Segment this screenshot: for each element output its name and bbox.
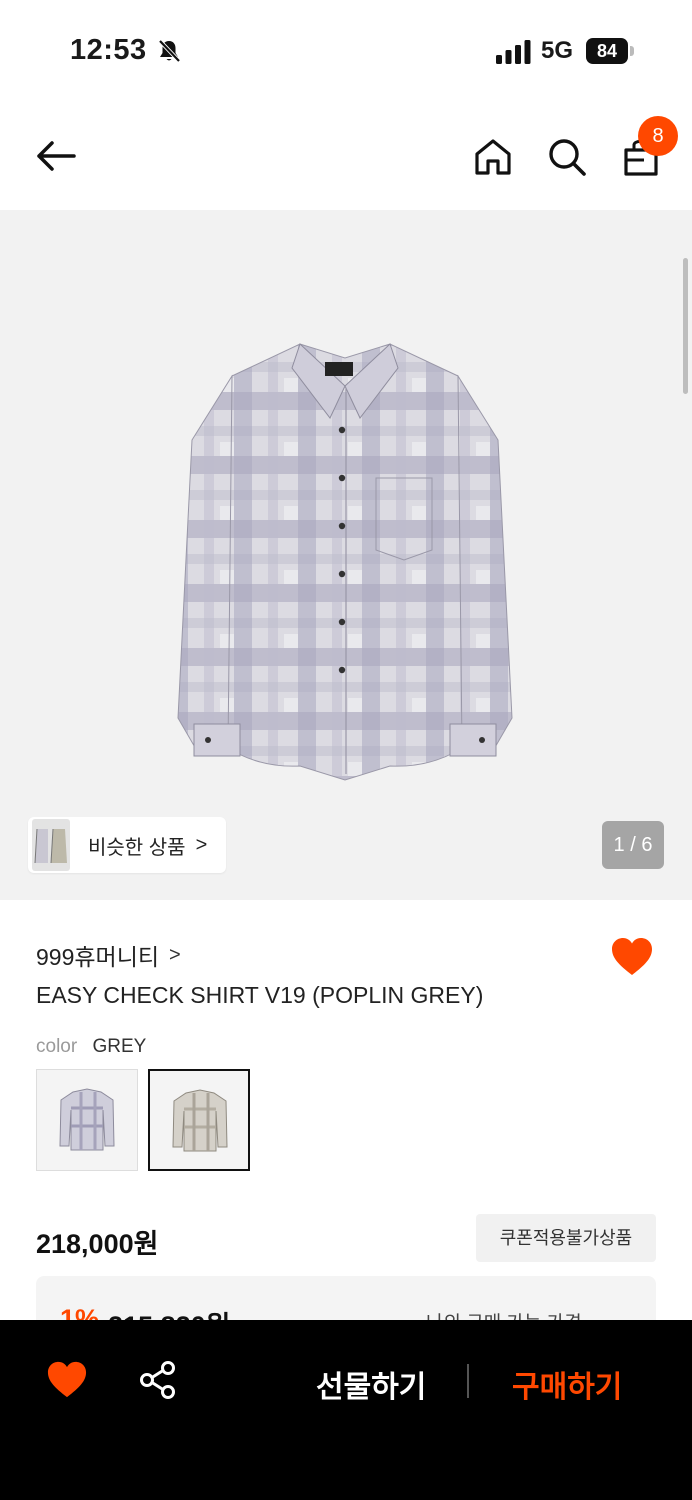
status-bar: 12:53 5G 84 bbox=[0, 0, 692, 100]
similar-product-thumbnails bbox=[30, 817, 70, 873]
battery-icon: 84 bbox=[586, 38, 634, 64]
color-option-thumbnail bbox=[59, 1088, 115, 1151]
similar-thumb-2 bbox=[48, 819, 70, 871]
similar-products-label: 비슷한 상품 bbox=[88, 836, 186, 859]
color-label: color bbox=[36, 1036, 78, 1057]
chevron-right-icon: > bbox=[195, 833, 208, 856]
signal-icon bbox=[496, 40, 531, 64]
color-option-1[interactable] bbox=[36, 1069, 138, 1171]
like-heart-icon[interactable] bbox=[610, 936, 654, 978]
brand-name: 999휴머니티 bbox=[36, 944, 160, 970]
bottom-action-bar: 선물하기 구매하기 bbox=[0, 1320, 692, 1500]
color-option-2-selected[interactable] bbox=[148, 1069, 250, 1171]
brand-link[interactable]: 999휴머니티 > bbox=[36, 938, 181, 972]
home-icon[interactable] bbox=[472, 136, 514, 178]
bell-off-icon bbox=[158, 39, 181, 63]
product-image-gallery[interactable]: 비슷한 상품 > 1 / 6 bbox=[0, 210, 692, 900]
top-nav: 8 bbox=[0, 100, 692, 210]
product-title: EASY CHECK SHIRT V19 (POPLIN GREY) bbox=[36, 982, 484, 1008]
cart-count-badge: 8 bbox=[638, 116, 678, 156]
search-icon[interactable] bbox=[546, 136, 588, 178]
color-option-thumbnail bbox=[172, 1089, 228, 1152]
similar-products-button[interactable]: 비슷한 상품 > bbox=[28, 817, 226, 873]
status-time: 12:53 bbox=[70, 34, 147, 66]
battery-level: 84 bbox=[586, 38, 628, 64]
product-price: 218,000원 bbox=[36, 1229, 159, 1259]
scroll-indicator[interactable] bbox=[683, 258, 688, 394]
buy-button[interactable]: 구매하기 bbox=[512, 1362, 622, 1406]
color-row: color GREY bbox=[36, 1036, 146, 1058]
product-image bbox=[177, 343, 513, 781]
chevron-right-icon: > bbox=[169, 943, 181, 966]
gift-button[interactable]: 선물하기 bbox=[316, 1362, 426, 1406]
coupon-unavailable-badge: 쿠폰적용불가상품 bbox=[476, 1214, 656, 1262]
back-arrow-icon[interactable] bbox=[34, 136, 78, 176]
color-value: GREY bbox=[92, 1036, 147, 1057]
divider bbox=[467, 1364, 469, 1398]
image-page-counter: 1 / 6 bbox=[602, 821, 664, 869]
share-icon[interactable] bbox=[138, 1360, 178, 1400]
network-type: 5G bbox=[541, 37, 574, 64]
wishlist-heart-icon[interactable] bbox=[46, 1360, 88, 1400]
